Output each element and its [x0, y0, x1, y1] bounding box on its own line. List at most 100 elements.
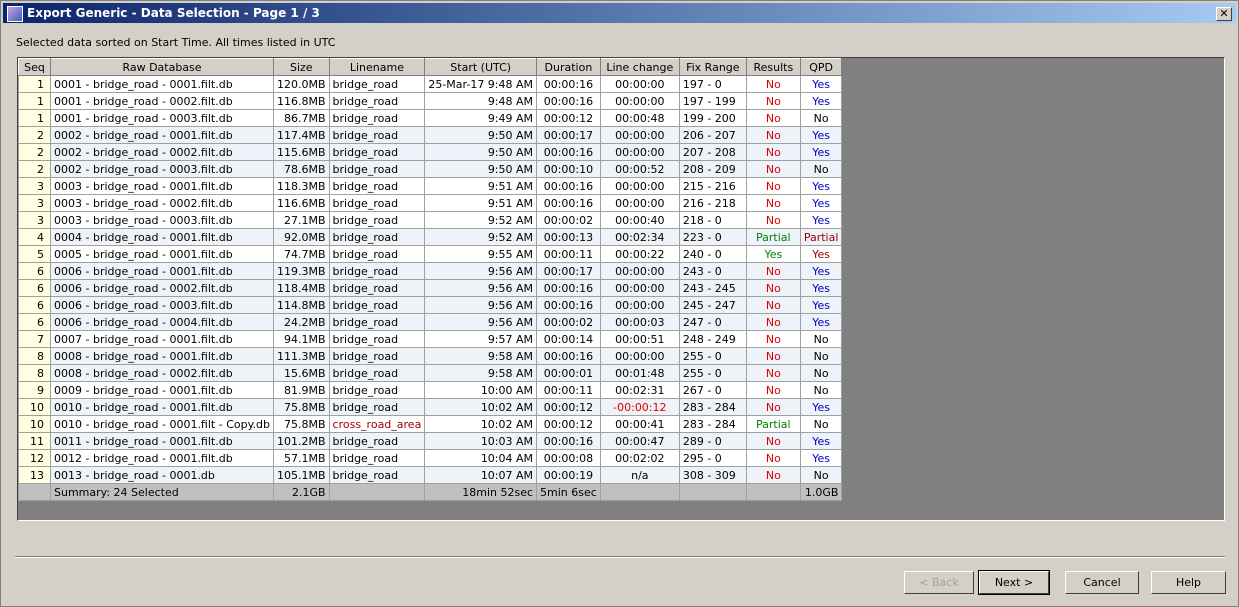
column-header[interactable]: Size — [273, 58, 330, 76]
cell-start: 9:48 AM — [424, 92, 538, 110]
table-row[interactable]: 10 0010 - bridge_road - 0001.filt.db 75.8M… — [18, 398, 843, 416]
cell-fix: 245 - 247 — [678, 296, 747, 314]
cell-fix: 248 - 249 — [678, 330, 747, 348]
close-button[interactable]: ✕ — [1216, 7, 1232, 21]
table-row[interactable]: 7 0007 - bridge_road - 0001.filt.db 94.1MB… — [18, 330, 843, 348]
cell-db: 0001 - bridge_road - 0003.filt.db — [50, 109, 274, 127]
cell-start: 9:56 AM — [424, 262, 538, 280]
cell-qpd: No — [799, 364, 843, 382]
cell-change: 00:00:00 — [599, 75, 680, 93]
cell-line: bridge_road — [328, 262, 426, 280]
table-row[interactable]: 8 0008 - bridge_road - 0001.filt.db 111.3M… — [18, 347, 843, 365]
cell-start: 10:02 AM — [424, 398, 538, 416]
cell-dur: 00:00:17 — [536, 262, 601, 280]
cell-line: bridge_road — [328, 432, 426, 450]
cell-size: 105.1MB — [273, 466, 330, 484]
cell-qpd: Yes — [799, 177, 843, 195]
cell-change: 00:00:41 — [599, 415, 680, 433]
cell-dur: 00:00:13 — [536, 228, 601, 246]
cell-qpd: Yes — [799, 75, 843, 93]
cell-results: No — [745, 347, 801, 365]
cell-dur: 00:00:16 — [536, 296, 601, 314]
column-header[interactable]: Line change — [599, 58, 680, 76]
cell-line: bridge_road — [328, 347, 426, 365]
column-header[interactable]: Linename — [328, 58, 426, 76]
cell-start: 9:57 AM — [424, 330, 538, 348]
table-row[interactable]: 3 0003 - bridge_road - 0002.filt.db 116.6M… — [18, 194, 843, 212]
table-row[interactable]: 4 0004 - bridge_road - 0001.filt.db 92.0MB… — [18, 228, 843, 246]
help-button[interactable]: Help — [1151, 571, 1226, 594]
cell-start: 9:50 AM — [424, 143, 538, 161]
column-header[interactable]: Seq — [18, 58, 51, 76]
title-bar: Export Generic - Data Selection - Page 1… — [3, 3, 1236, 23]
table-row[interactable]: 5 0005 - bridge_road - 0001.filt.db 74.7MB… — [18, 245, 843, 263]
table-row[interactable]: 10 0010 - bridge_road - 0001.filt - Copy.… — [18, 415, 843, 433]
table-row[interactable]: 1 0001 - bridge_road - 0001.filt.db 120.0M… — [18, 75, 843, 93]
cell-seq: 7 — [18, 330, 51, 348]
cell-db: 0009 - bridge_road - 0001.filt.db — [50, 381, 274, 399]
cell-db: 0001 - bridge_road - 0001.filt.db — [50, 75, 274, 93]
table-row[interactable]: 2 0002 - bridge_road - 0002.filt.db 115.6M… — [18, 143, 843, 161]
next-button[interactable]: Next > — [978, 570, 1050, 595]
cell-dur: 00:00:16 — [536, 432, 601, 450]
column-header[interactable]: Fix Range — [678, 58, 747, 76]
cell-seq: 4 — [18, 228, 51, 246]
table-row[interactable]: 12 0012 - bridge_road - 0001.filt.db 57.1M… — [18, 449, 843, 467]
cell-size: 120.0MB — [273, 75, 330, 93]
cell-fix: 223 - 0 — [678, 228, 747, 246]
cell-db: 0010 - bridge_road - 0001.filt.db — [50, 398, 274, 416]
table-row[interactable]: 6 0006 - bridge_road - 0002.filt.db 118.4M… — [18, 279, 843, 297]
cell-change: 00:00:00 — [599, 194, 680, 212]
cell-db: 0007 - bridge_road - 0001.filt.db — [50, 330, 274, 348]
cell-line: bridge_road — [328, 228, 426, 246]
column-header[interactable]: Duration — [536, 58, 601, 76]
cell-db: 0002 - bridge_road - 0001.filt.db — [50, 126, 274, 144]
cell-dur: 00:00:19 — [536, 466, 601, 484]
window-title: Export Generic - Data Selection - Page 1… — [27, 6, 320, 20]
cell-db: 0013 - bridge_road - 0001.db — [50, 466, 274, 484]
column-header[interactable]: Start (UTC) — [424, 58, 538, 76]
column-header[interactable]: Results — [745, 58, 801, 76]
table-row[interactable]: 3 0003 - bridge_road - 0001.filt.db 118.3M… — [18, 177, 843, 195]
cell-size: 74.7MB — [273, 245, 330, 263]
cell-start: 9:50 AM — [424, 160, 538, 178]
column-header[interactable]: QPD — [799, 58, 843, 76]
cell-line: bridge_road — [328, 177, 426, 195]
table-row[interactable]: 6 0006 - bridge_road - 0001.filt.db 119.3M… — [18, 262, 843, 280]
cell-results: No — [745, 262, 801, 280]
cancel-button[interactable]: Cancel — [1065, 571, 1139, 594]
cell-fix: 218 - 0 — [678, 211, 747, 229]
table-row[interactable]: 6 0006 - bridge_road - 0003.filt.db 114.8M… — [18, 296, 843, 314]
cell-dur: 00:00:16 — [536, 143, 601, 161]
cell-qpd: No — [799, 381, 843, 399]
summary-empty — [18, 483, 51, 501]
table-row[interactable]: 1 0001 - bridge_road - 0002.filt.db 116.8M… — [18, 92, 843, 110]
summary-empty — [745, 483, 801, 501]
cell-line: bridge_road — [328, 245, 426, 263]
table-row[interactable]: 6 0006 - bridge_road - 0004.filt.db 24.2MB… — [18, 313, 843, 331]
cell-start: 9:51 AM — [424, 177, 538, 195]
cell-start: 25-Mar-17 9:48 AM — [424, 75, 538, 93]
cell-results: No — [745, 296, 801, 314]
table-row[interactable]: 9 0009 - bridge_road - 0001.filt.db 81.9MB… — [18, 381, 843, 399]
cell-seq: 12 — [18, 449, 51, 467]
cell-fix: 199 - 200 — [678, 109, 747, 127]
table-row[interactable]: 2 0002 - bridge_road - 0003.filt.db 78.6MB… — [18, 160, 843, 178]
column-header[interactable]: Raw Database — [50, 58, 274, 76]
table-row[interactable]: 2 0002 - bridge_road - 0001.filt.db 117.4M… — [18, 126, 843, 144]
table-row[interactable]: 11 0011 - bridge_road - 0001.filt.db 101.2… — [18, 432, 843, 450]
table-row[interactable]: 1 0001 - bridge_road - 0003.filt.db 86.7MB… — [18, 109, 843, 127]
cell-qpd: Yes — [799, 92, 843, 110]
table-row[interactable]: 8 0008 - bridge_road - 0002.filt.db 15.6MB… — [18, 364, 843, 382]
cell-dur: 00:00:16 — [536, 92, 601, 110]
table-row[interactable]: 3 0003 - bridge_road - 0003.filt.db 27.1MB… — [18, 211, 843, 229]
cell-seq: 5 — [18, 245, 51, 263]
cell-line: bridge_road — [328, 211, 426, 229]
back-button[interactable]: < Back — [904, 571, 974, 594]
cell-fix: 283 - 284 — [678, 415, 747, 433]
cell-qpd: Yes — [799, 296, 843, 314]
separator — [15, 556, 1225, 558]
cell-seq: 8 — [18, 347, 51, 365]
cell-results: No — [745, 160, 801, 178]
table-row[interactable]: 13 0013 - bridge_road - 0001.db 105.1MB bri… — [18, 466, 843, 484]
